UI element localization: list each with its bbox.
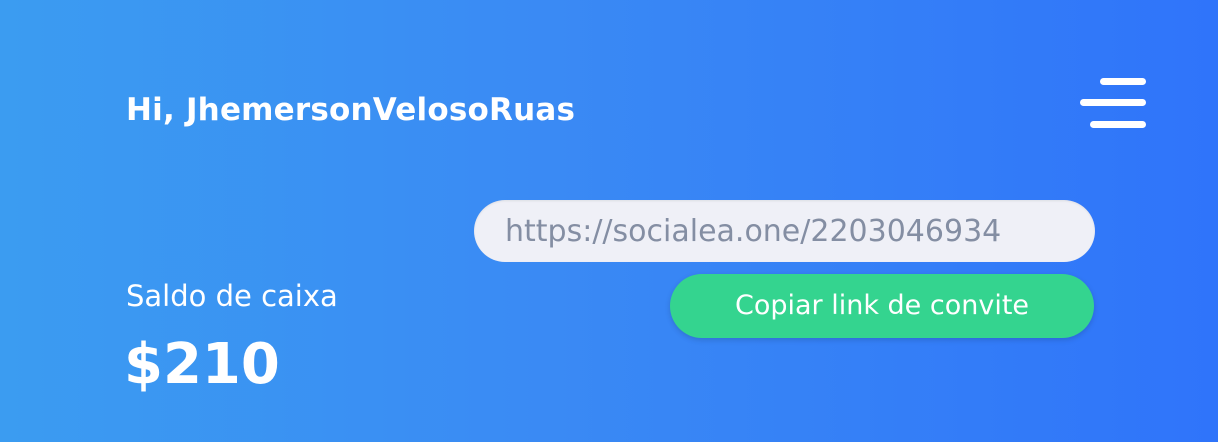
balance-label: Saldo de caixa xyxy=(126,279,338,313)
balance-value: $210 xyxy=(124,332,280,397)
menu-line xyxy=(1080,99,1146,106)
invite-link-field[interactable] xyxy=(474,200,1095,262)
hamburger-menu-icon[interactable] xyxy=(1078,74,1148,134)
copy-invite-link-button[interactable]: Copiar link de convite xyxy=(670,274,1094,338)
menu-line xyxy=(1090,121,1146,128)
greeting-text: Hi, JhemersonVelosoRuas xyxy=(126,92,576,128)
account-banner: Hi, JhemersonVelosoRuas Copiar link de c… xyxy=(0,0,1218,442)
menu-line xyxy=(1100,78,1146,85)
